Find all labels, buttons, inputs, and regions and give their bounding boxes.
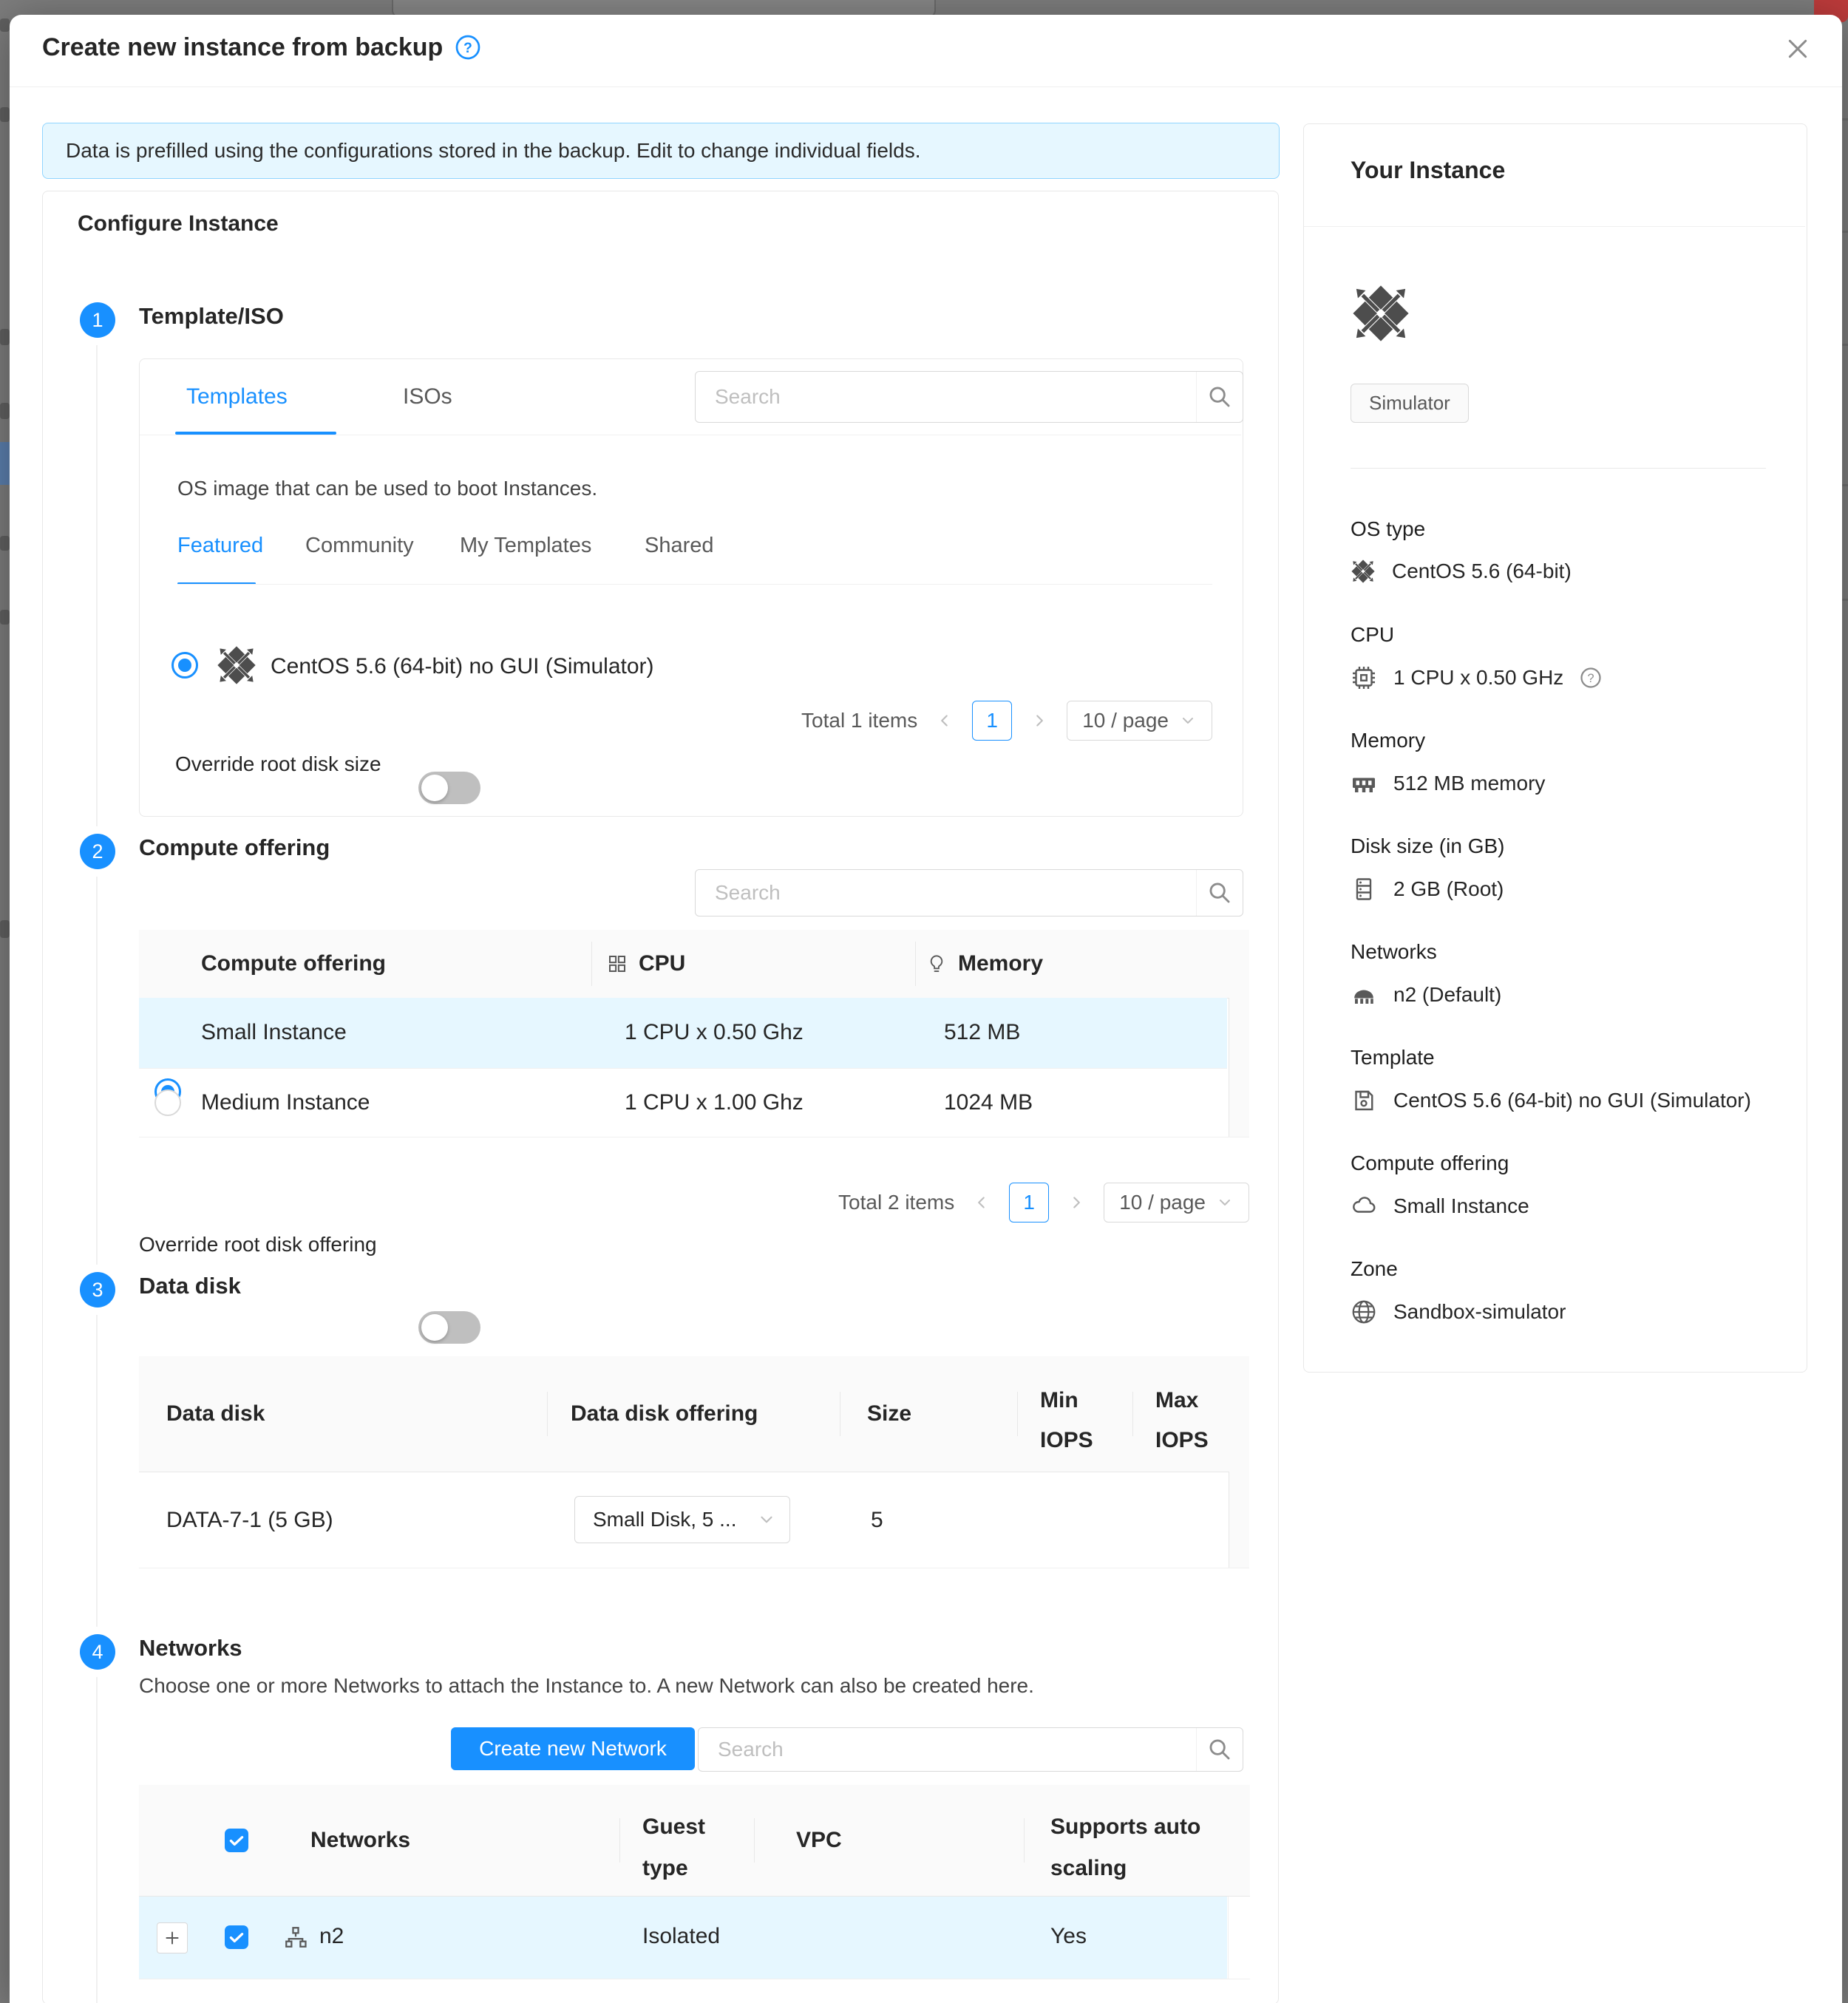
page-size-select[interactable]: 10 / page (1067, 701, 1212, 741)
modal-header: Create new instance from backup (42, 31, 481, 64)
network-name: n2 (319, 1924, 344, 1949)
step-1-title: Template/ISO (139, 303, 284, 330)
table-scrollbar-track (1228, 1897, 1250, 1979)
step-2-title: Compute offering (139, 834, 330, 861)
compute-row-radio[interactable] (154, 1089, 181, 1116)
step-2-indicator: 2 (80, 834, 115, 869)
globe-icon (1351, 1299, 1377, 1325)
template-pagination: Total 1 items 1 10 / page (665, 701, 1212, 741)
configure-instance-title: Configure Instance (78, 211, 279, 237)
template-value: CentOS 5.6 (64-bit) no GUI (Simulator) (1351, 1087, 1751, 1114)
hypervisor-tag: Simulator (1351, 384, 1469, 423)
override-root-disk-size-toggle[interactable] (418, 772, 480, 804)
prev-page-icon[interactable] (935, 711, 954, 730)
filter-tab-community[interactable]: Community (305, 534, 414, 558)
compute-search[interactable] (695, 869, 1243, 917)
step-4-title: Networks (139, 1635, 242, 1662)
filter-tab-featured[interactable]: Featured (177, 534, 263, 558)
zone-value: Sandbox-simulator (1351, 1299, 1566, 1325)
screen: Create new instance from backup Data is … (0, 0, 1848, 2003)
memory-value: 512 MB memory (1351, 770, 1545, 797)
memory-ram-icon (1351, 770, 1377, 797)
help-icon[interactable] (1580, 667, 1602, 689)
datadisk-offering-select[interactable]: Small Disk, 5 ... (574, 1496, 790, 1543)
create-new-network-button[interactable]: Create new Network (451, 1727, 695, 1770)
memory-bulb-icon (925, 953, 948, 975)
step-3-indicator: 3 (80, 1272, 115, 1307)
networks-value: n2 (Default) (1351, 982, 1501, 1008)
network-apartment-icon (283, 1925, 308, 1950)
template-floppy-icon (1351, 1087, 1377, 1114)
network-row-checkbox[interactable] (225, 1925, 248, 1949)
filter-tab-shared[interactable]: Shared (645, 534, 714, 558)
page-number[interactable]: 1 (1009, 1183, 1049, 1222)
override-root-disk-offering-toggle[interactable] (418, 1311, 480, 1344)
compute-pagination: Total 2 items 1 10 / page (702, 1183, 1249, 1222)
step-3-title: Data disk (139, 1273, 241, 1299)
help-icon[interactable] (455, 34, 481, 61)
prev-page-icon[interactable] (972, 1193, 991, 1212)
next-page-icon[interactable] (1067, 1193, 1086, 1212)
tab-isos[interactable]: ISOs (403, 384, 452, 409)
header-divider (10, 86, 1842, 87)
total-items: Total 1 items (801, 709, 917, 732)
page-size-select[interactable]: 10 / page (1104, 1183, 1249, 1222)
template-description: OS image that can be used to boot Instan… (177, 477, 597, 500)
select-all-checkbox[interactable] (225, 1829, 248, 1852)
page-number[interactable]: 1 (972, 701, 1012, 741)
info-banner: Data is prefilled using the configuratio… (42, 123, 1280, 179)
cpu-chip-icon (1351, 664, 1377, 691)
override-root-disk-size-label: Override root disk size (175, 752, 381, 776)
networks-description: Choose one or more Networks to attach th… (139, 1674, 1034, 1698)
chevron-down-icon (1216, 1194, 1234, 1211)
modal-title: Create new instance from backup (42, 33, 443, 62)
datadisk-name: DATA-7-1 (5 GB) (166, 1508, 333, 1533)
total-items: Total 2 items (838, 1191, 954, 1214)
os-type-value: CentOS 5.6 (64-bit) (1351, 559, 1572, 584)
step-4-indicator: 4 (80, 1634, 115, 1670)
template-card (139, 358, 1243, 817)
step-1-indicator: 1 (80, 302, 115, 338)
close-icon[interactable] (1786, 37, 1810, 61)
networks-search-input[interactable] (699, 1728, 1196, 1771)
centos-icon (1351, 559, 1376, 584)
template-search-input[interactable] (696, 372, 1196, 422)
info-banner-text: Data is prefilled using the configuratio… (66, 139, 920, 163)
compute-search-input[interactable] (696, 870, 1196, 916)
filter-tab-my-templates[interactable]: My Templates (460, 534, 591, 558)
network-autoscale: Yes (1050, 1924, 1087, 1949)
next-page-icon[interactable] (1030, 711, 1049, 730)
template-name[interactable]: CentOS 5.6 (64-bit) no GUI (Simulator) (271, 654, 654, 679)
override-root-disk-offering-label: Override root disk offering (139, 1233, 377, 1256)
cpu-value: 1 CPU x 0.50 GHz (1351, 664, 1602, 691)
tab-templates[interactable]: Templates (186, 384, 288, 409)
your-instance-title: Your Instance (1351, 157, 1505, 184)
datadisk-size: 5 (871, 1508, 883, 1533)
network-icon (1351, 982, 1377, 1008)
chevron-down-icon (1179, 712, 1197, 730)
template-radio[interactable] (171, 652, 198, 679)
centos-logo-icon (216, 645, 257, 686)
cpu-grid-icon (606, 953, 628, 975)
search-icon[interactable] (1196, 372, 1243, 422)
expand-row-button[interactable] (157, 1922, 188, 1953)
search-icon[interactable] (1196, 1728, 1243, 1771)
template-search[interactable] (695, 371, 1243, 423)
compute-offering-value: Small Instance (1351, 1193, 1529, 1220)
network-guest-type: Isolated (642, 1924, 720, 1949)
chevron-down-icon (757, 1510, 776, 1529)
disk-size-value: 2 GB (Root) (1351, 876, 1504, 902)
centos-logo-icon (1351, 283, 1411, 344)
search-icon[interactable] (1196, 870, 1243, 916)
cloud-icon (1351, 1193, 1377, 1220)
table-scrollbar-track (1229, 1472, 1249, 1568)
networks-search[interactable] (698, 1727, 1243, 1772)
disk-server-icon (1351, 876, 1377, 902)
table-scrollbar-track (1229, 998, 1249, 1137)
